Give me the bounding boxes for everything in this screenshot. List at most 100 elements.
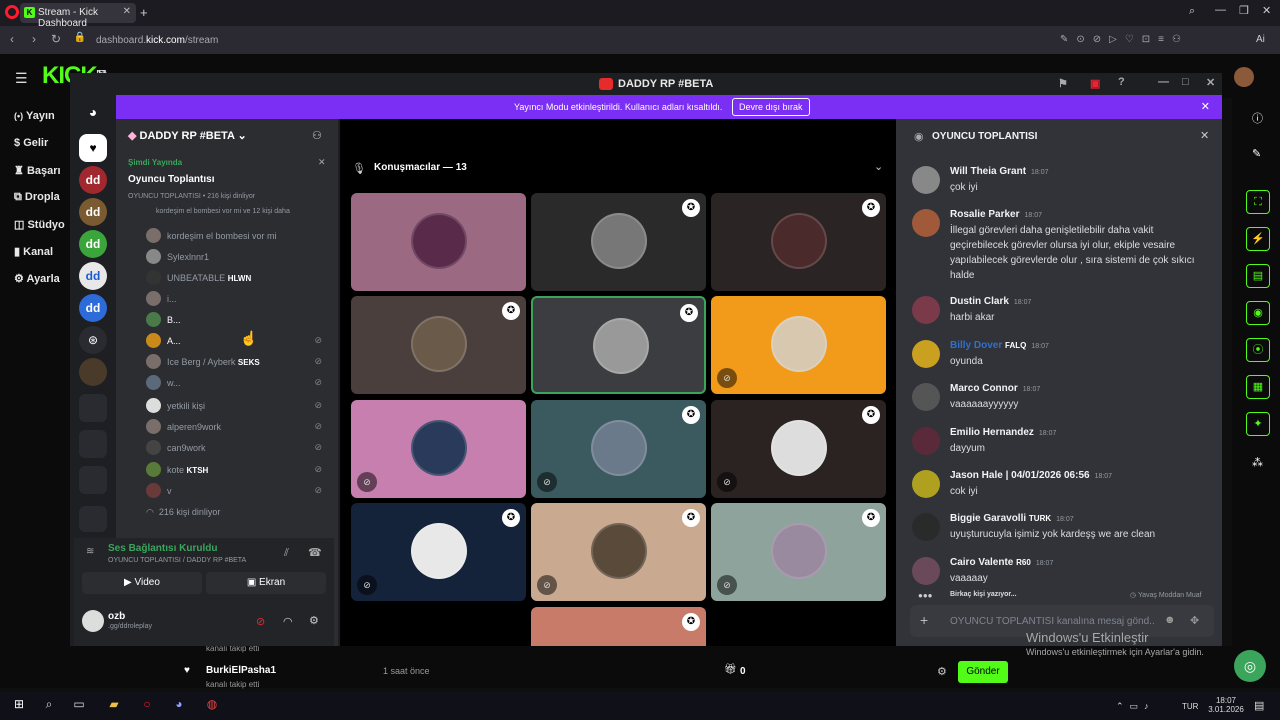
browser-tab[interactable]: K Stream - Kick Dashboard ✕ [20,3,136,29]
speaker-tile[interactable]: ✪ ⊘ [711,400,886,498]
member-item[interactable]: yetkili kişi ⊘ [146,396,326,416]
avatar[interactable] [912,513,940,541]
server-icon[interactable] [79,358,107,386]
voice-status[interactable]: Ses Bağlantısı Kuruldu [108,543,217,554]
server-folder-icon[interactable] [79,506,107,532]
server-folder-icon[interactable] [79,394,107,422]
search-tabs-icon[interactable]: ⌕ [1189,5,1195,18]
avatar[interactable] [912,296,940,324]
discord-home-icon[interactable]: ◕ [79,98,107,126]
banner-close-icon[interactable]: ✕ [1201,100,1210,113]
layout-icon[interactable]: ▦ [1246,375,1270,399]
close-icon[interactable]: ✕ [1206,76,1215,89]
minimize-icon[interactable]: — [1215,4,1226,16]
member-item[interactable]: w... ⊘ [146,373,326,393]
speaker-tile[interactable] [351,193,526,291]
kick-nav-ayarlar[interactable]: ⚙ Ayarla [14,272,60,285]
back-icon[interactable]: ‹ [4,32,20,48]
app-icon[interactable]: ◍ [203,697,221,715]
avatar[interactable] [912,209,940,237]
avatar[interactable] [912,470,940,498]
broadcast-icon[interactable]: ⦿ [1246,338,1270,362]
apps-icon[interactable]: ✥ [1190,614,1199,627]
attach-plus-icon[interactable]: + [920,612,928,628]
url-field[interactable]: dashboard.kick.com/stream [96,35,218,46]
opera-icon[interactable]: ○ [138,697,156,715]
listeners-count[interactable]: ◠ 216 kişi dinliyor [146,502,326,522]
noise-suppression-icon[interactable]: ⫽ [284,547,289,560]
document-icon[interactable]: ▤ [1246,264,1270,288]
member-item[interactable]: UNBEATABLE HLWN [146,268,326,288]
headphones-icon[interactable]: ◠ [283,615,293,628]
server-icon[interactable]: dd [79,166,107,194]
invite-icon[interactable]: ⚇ [312,129,322,142]
help-icon[interactable]: ? [1118,76,1125,88]
video-button[interactable]: ▶︎ Video [82,572,202,594]
tab-close-icon[interactable]: ✕ [123,6,131,17]
speaker-tile[interactable]: ⊘ [351,400,526,498]
close-chat-icon[interactable]: ✕ [1200,129,1209,142]
kick-nav-studyo[interactable]: ◫ Stüdyo [14,218,65,231]
discord-icon[interactable]: ◕ [170,697,188,715]
fullscreen-icon[interactable]: ⛶ [1246,190,1270,214]
stage-title[interactable]: Oyuncu Toplantısı [128,174,214,185]
screen-share-icon[interactable]: ▣ [1090,77,1100,90]
member-item[interactable]: can9work ⊘ [146,438,326,458]
avatar[interactable] [912,340,940,368]
search-icon[interactable]: ⌕ [40,697,58,715]
send-button[interactable]: Gönder [958,661,1008,683]
member-item[interactable]: B... [146,310,326,330]
speaker-tile[interactable]: ✪ [711,193,886,291]
disable-streamer-mode-button[interactable]: Devre dışı bırak [732,98,810,116]
speaker-tile-speaking[interactable]: ✪ [531,296,706,394]
lightning-icon[interactable]: ⚡ [1246,227,1270,251]
ai-button[interactable]: Ai [1256,34,1265,45]
server-name[interactable]: ◆ DADDY RP #BETA ⌄ [128,129,247,142]
server-icon[interactable]: dd [79,262,107,290]
member-item[interactable]: alperen9work ⊘ [146,417,326,437]
server-folder-icon[interactable] [79,430,107,458]
kick-nav-kanal[interactable]: ▮ Kanal [14,245,53,258]
member-item[interactable]: Ice Berg / Ayberk SEKS ⊘ [146,352,326,372]
address-bar-actions[interactable]: ✎⊙⊘▷♡⊡≡⚇ [1060,34,1189,45]
collapse-chevron-icon[interactable]: ⌄ [874,160,883,173]
inbox-icon[interactable]: ⚑ [1058,77,1068,90]
speaker-tile[interactable]: ✪ ⊘ [711,503,886,601]
kick-nav-drops[interactable]: ⧉ Dropla [14,191,60,204]
user-avatar[interactable] [1234,67,1254,87]
kick-nav-gelir[interactable]: $ Gelir [14,137,48,149]
server-icon[interactable]: ♥ [79,134,107,162]
mic-muted-icon[interactable]: ⊘ [256,615,265,628]
member-item[interactable]: v ⊘ [146,481,326,501]
edit-icon[interactable]: ✎ [1252,147,1261,160]
speaker-tile[interactable]: ✪ [531,607,706,646]
member-item[interactable]: Sylexlnnr1 [146,247,326,267]
close-live-icon[interactable]: ✕ [318,157,326,168]
avatar[interactable] [912,557,940,585]
voice-channel[interactable]: OYUNCU TOPLANTISI / DADDY RP #BETA [108,557,246,564]
avatar[interactable] [912,427,940,455]
chat-message-input[interactable]: OYUNCU TOPLANTISI kanalına mesaj gönd... [950,616,1154,627]
user-avatar[interactable] [82,610,104,632]
speaker-tile[interactable]: ✪ [351,296,526,394]
member-item[interactable]: i... [146,289,326,309]
opera-logo-icon[interactable] [5,5,19,19]
task-view-icon[interactable]: ▭ [70,697,88,715]
disconnect-icon[interactable]: ☎ [308,546,322,559]
forward-icon[interactable]: › [26,32,42,48]
server-folder-icon[interactable] [79,466,107,494]
speaker-tile[interactable]: ⊘ [711,296,886,394]
server-icon[interactable]: ⊛ [79,326,107,354]
member-item[interactable]: A... ⊘ [146,331,326,351]
speaker-tile[interactable]: ✪ ⊘ [351,503,526,601]
maximize-icon[interactable]: □ [1182,76,1189,88]
speaker-tile[interactable]: ✪ [531,193,706,291]
kick-nav-yayin[interactable]: (•) Yayın [14,110,55,122]
menu-icon[interactable]: ☰ [15,70,28,87]
member-item[interactable]: kote KTSH ⊘ [146,460,326,480]
screen-share-button[interactable]: ▣ Ekran [206,572,326,594]
tray-icons[interactable]: ⌃▭♪ [1116,701,1155,712]
close-window-icon[interactable]: ✕ [1262,4,1271,17]
new-tab-icon[interactable]: + [140,5,152,20]
avatar[interactable] [912,166,940,194]
